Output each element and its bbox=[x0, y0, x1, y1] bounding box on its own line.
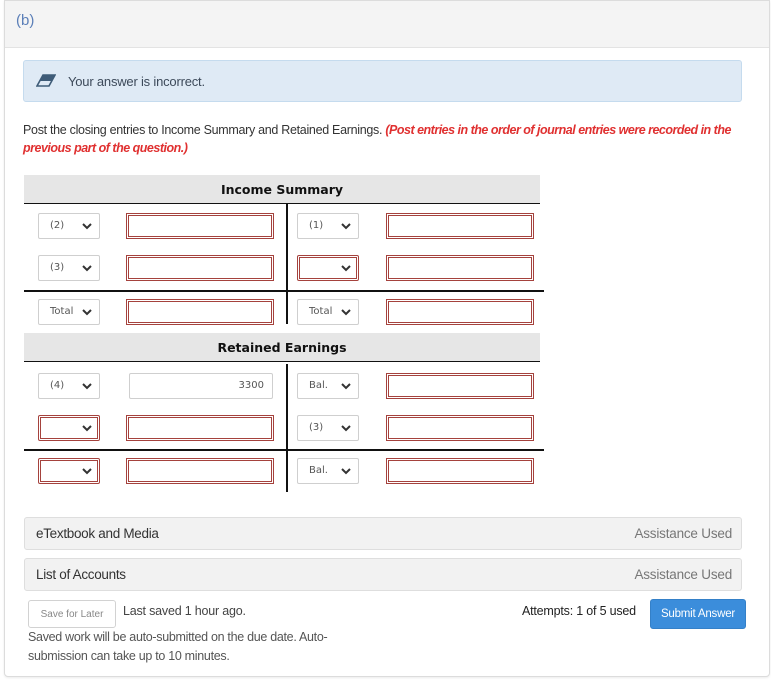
re-credit-amount-input-1[interactable] bbox=[386, 373, 534, 399]
chevron-down-icon bbox=[341, 425, 351, 432]
re-debit-amount-input-2[interactable] bbox=[126, 415, 274, 441]
chevron-down-icon bbox=[341, 383, 351, 390]
selected-value: (3) bbox=[309, 422, 324, 433]
save-for-later-button[interactable]: Save for Later bbox=[28, 600, 116, 628]
last-saved-text: Last saved 1 hour ago. bbox=[123, 604, 246, 618]
resource-status: Assistance Used bbox=[634, 567, 732, 582]
chevron-down-icon bbox=[341, 468, 351, 475]
attempts-counter: Attempts: 1 of 5 used bbox=[522, 604, 636, 618]
re-credit-amount-input-2[interactable] bbox=[386, 415, 534, 441]
is-debit-amount-input-1[interactable] bbox=[126, 213, 274, 239]
instructions-text: Post the closing entries to Income Summa… bbox=[23, 123, 383, 137]
title-rule bbox=[24, 361, 540, 362]
retained-earnings-balance-rule bbox=[24, 449, 544, 451]
eraser-icon bbox=[36, 74, 56, 87]
instructions: Post the closing entries to Income Summa… bbox=[23, 121, 738, 157]
resource-status: Assistance Used bbox=[634, 526, 732, 541]
selected-value: (1) bbox=[309, 220, 324, 231]
re-debit-ref-select-2[interactable] bbox=[38, 415, 100, 441]
chevron-down-icon bbox=[341, 309, 351, 316]
income-summary-title: Income Summary bbox=[220, 182, 344, 197]
chevron-down-icon bbox=[82, 223, 92, 230]
chevron-down-icon bbox=[341, 265, 351, 272]
chevron-down-icon bbox=[82, 309, 92, 316]
title-rule bbox=[24, 203, 540, 204]
re-debit-amount-input-1[interactable]: 3300 bbox=[129, 373, 273, 399]
re-credit-ref-select-2[interactable]: (3) bbox=[297, 415, 359, 441]
retained-earnings-title-bar: Retained Earnings bbox=[24, 333, 540, 362]
part-header: (b) bbox=[5, 1, 769, 48]
re-credit-bottom-input[interactable] bbox=[386, 458, 534, 484]
submit-answer-button[interactable]: Submit Answer bbox=[650, 599, 746, 629]
re-debit-bottom-input[interactable] bbox=[126, 458, 274, 484]
submit-label: Submit Answer bbox=[660, 608, 736, 620]
selected-value: Total bbox=[309, 306, 333, 317]
is-debit-ref-select-2[interactable]: (3) bbox=[38, 255, 100, 281]
income-summary-total-rule bbox=[24, 290, 544, 292]
selected-value: (4) bbox=[50, 380, 65, 391]
is-debit-amount-input-2[interactable] bbox=[126, 255, 274, 281]
chevron-down-icon bbox=[82, 383, 92, 390]
chevron-down-icon bbox=[341, 223, 351, 230]
re-credit-bottom-select[interactable]: Bal. bbox=[297, 458, 359, 484]
is-credit-total-input[interactable] bbox=[386, 299, 534, 325]
retained-earnings-divider bbox=[286, 364, 288, 492]
feedback-text: Your answer is incorrect. bbox=[68, 74, 205, 89]
is-credit-amount-input-1[interactable] bbox=[386, 213, 534, 239]
income-summary-divider bbox=[286, 204, 288, 324]
amount-value: 3300 bbox=[238, 380, 264, 391]
save-label: Save for Later bbox=[40, 609, 104, 620]
re-debit-bottom-select[interactable] bbox=[38, 458, 100, 484]
chevron-down-icon bbox=[82, 468, 92, 475]
is-credit-ref-select-2[interactable] bbox=[297, 255, 359, 281]
resource-list-of-accounts[interactable]: List of Accounts Assistance Used bbox=[24, 558, 742, 591]
resource-name: eTextbook and Media bbox=[36, 526, 159, 541]
selected-value: Bal. bbox=[309, 380, 328, 391]
is-debit-total-select[interactable]: Total bbox=[38, 299, 100, 325]
is-credit-ref-select-1[interactable]: (1) bbox=[297, 213, 359, 239]
selected-value: Total bbox=[50, 306, 74, 317]
is-credit-amount-input-2[interactable] bbox=[386, 255, 534, 281]
is-debit-total-input[interactable] bbox=[126, 299, 274, 325]
retained-earnings-title: Retained Earnings bbox=[217, 340, 347, 355]
resource-etextbook[interactable]: eTextbook and Media Assistance Used bbox=[24, 517, 742, 550]
re-credit-ref-select-1[interactable]: Bal. bbox=[297, 373, 359, 399]
selected-value: (2) bbox=[50, 220, 65, 231]
selected-value: Bal. bbox=[309, 465, 328, 476]
feedback-alert: Your answer is incorrect. bbox=[23, 60, 742, 102]
is-credit-total-select[interactable]: Total bbox=[297, 299, 359, 325]
part-label: (b) bbox=[16, 12, 35, 29]
is-debit-ref-select-1[interactable]: (2) bbox=[38, 213, 100, 239]
resource-name: List of Accounts bbox=[36, 567, 126, 582]
income-summary-title-bar: Income Summary bbox=[24, 175, 540, 204]
autosubmit-note: Saved work will be auto-submitted on the… bbox=[28, 630, 328, 663]
re-debit-ref-select-1[interactable]: (4) bbox=[38, 373, 100, 399]
chevron-down-icon bbox=[82, 425, 92, 432]
selected-value: (3) bbox=[50, 262, 65, 273]
chevron-down-icon bbox=[82, 265, 92, 272]
